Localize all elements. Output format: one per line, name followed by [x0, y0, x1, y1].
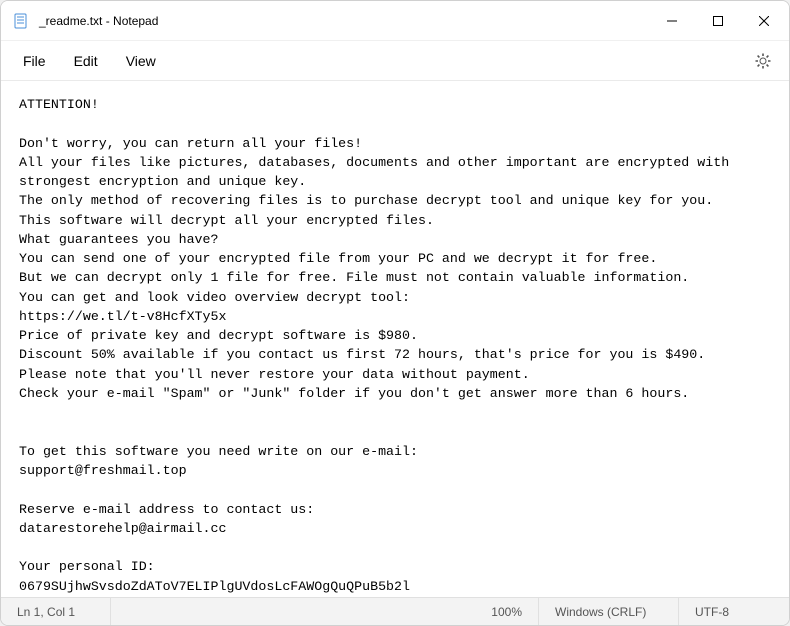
close-button[interactable]: [741, 1, 787, 40]
settings-button[interactable]: [745, 45, 781, 77]
close-icon: [759, 16, 769, 26]
status-position: Ln 1, Col 1: [1, 598, 111, 625]
menu-view[interactable]: View: [112, 47, 170, 75]
window-title: _readme.txt - Notepad: [39, 14, 649, 28]
menu-edit[interactable]: Edit: [60, 47, 112, 75]
maximize-icon: [713, 16, 723, 26]
statusbar: Ln 1, Col 1 100% Windows (CRLF) UTF-8: [1, 597, 789, 625]
titlebar[interactable]: _readme.txt - Notepad: [1, 1, 789, 41]
window-controls: [649, 1, 787, 40]
status-zoom[interactable]: 100%: [459, 598, 539, 625]
text-editor[interactable]: ATTENTION! Don't worry, you can return a…: [1, 81, 789, 597]
status-encoding: UTF-8: [679, 598, 789, 625]
maximize-button[interactable]: [695, 1, 741, 40]
menubar: File Edit View: [1, 41, 789, 81]
status-line-ending: Windows (CRLF): [539, 598, 679, 625]
notepad-icon: [13, 13, 29, 29]
notepad-window: _readme.txt - Notepad File Edit: [0, 0, 790, 626]
minimize-icon: [667, 16, 677, 26]
menu-file[interactable]: File: [9, 47, 60, 75]
gear-icon: [755, 53, 771, 69]
minimize-button[interactable]: [649, 1, 695, 40]
